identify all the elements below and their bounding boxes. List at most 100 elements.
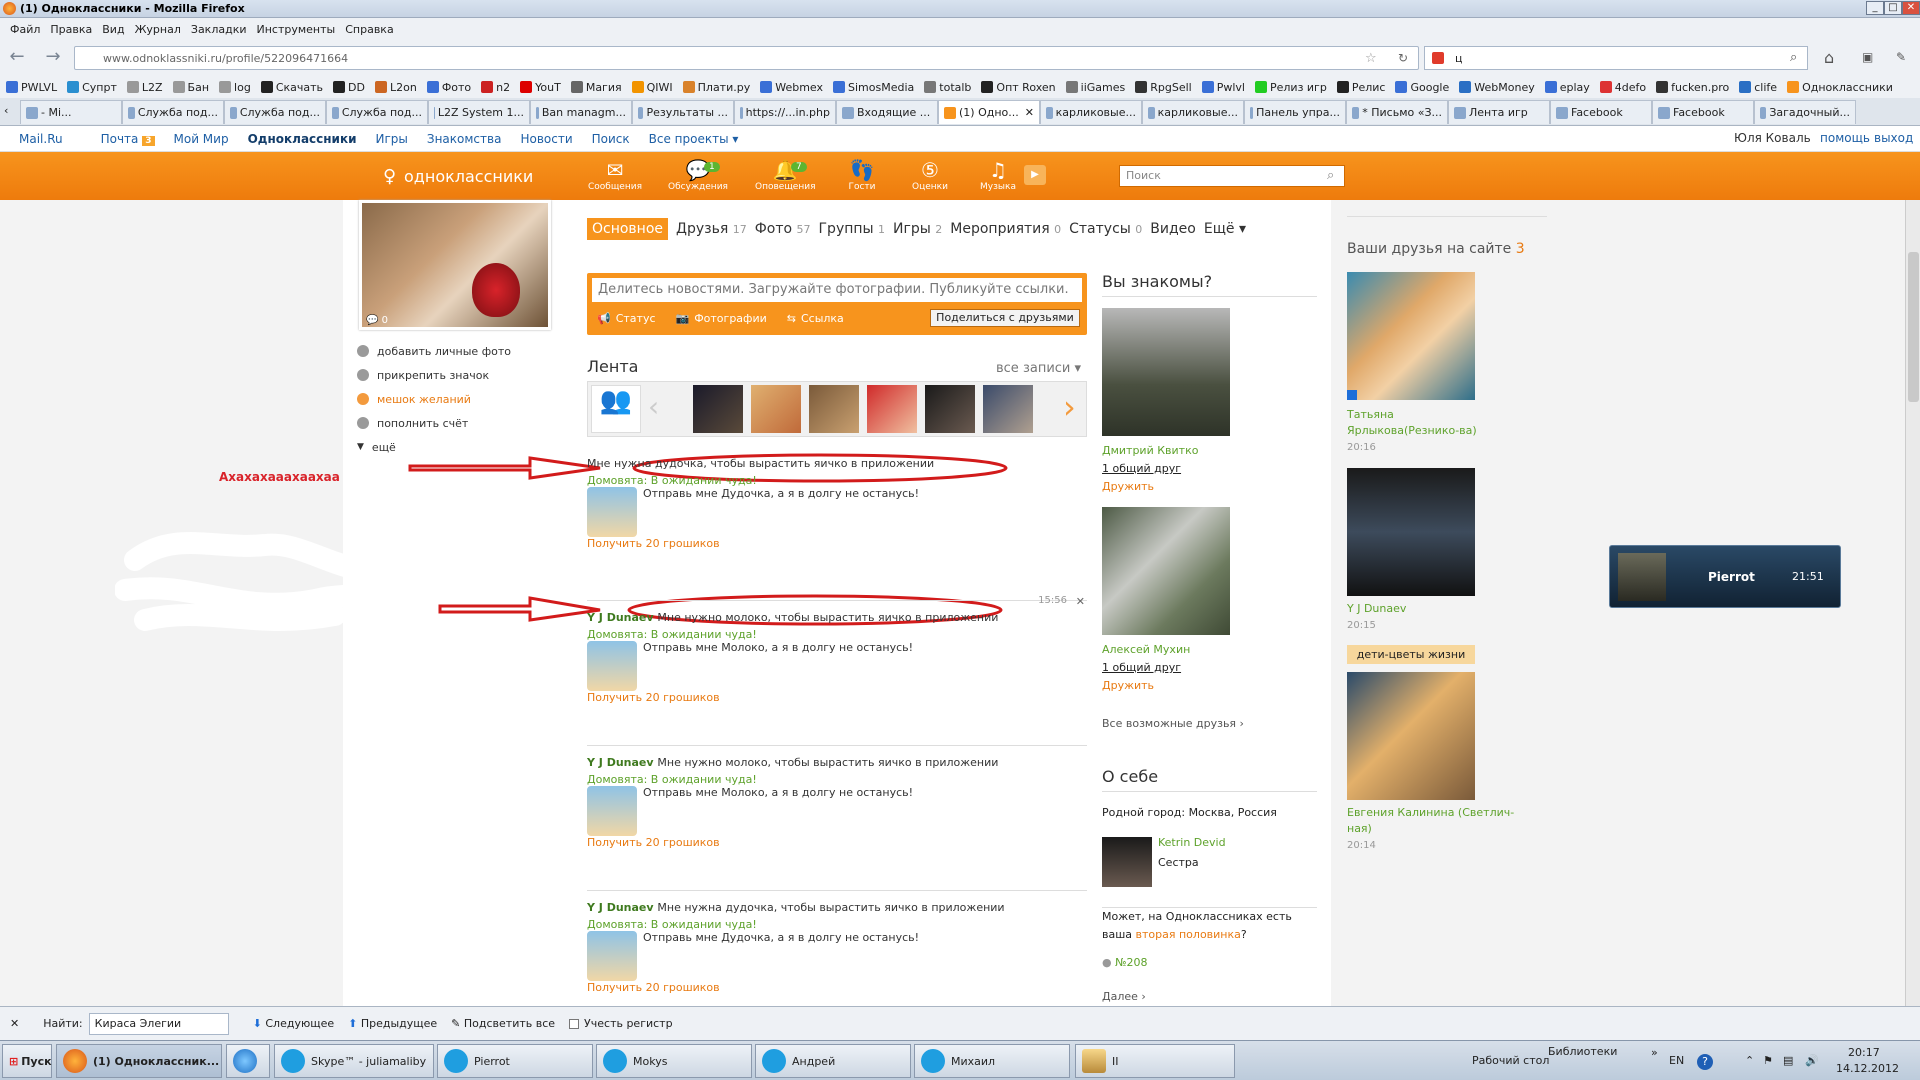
back-arrow-icon[interactable]: ← — [4, 44, 30, 70]
get-coins-link[interactable]: Получить 20 грошиков — [587, 537, 1087, 550]
minimize-button[interactable]: _ — [1866, 1, 1884, 15]
browser-tab[interactable]: карликовые... — [1142, 100, 1244, 124]
ok-logo-icon[interactable]: ♀ — [383, 166, 396, 187]
bookmark-item[interactable]: log — [219, 81, 251, 94]
bookmark-item[interactable]: clife — [1739, 81, 1777, 94]
ok-search-icon[interactable]: ⌕ — [1327, 168, 1334, 183]
feed-app-state[interactable]: Домовята: В ожидании чуда! — [587, 773, 1087, 786]
find-prev-button[interactable]: ⬆ Предыдущее — [348, 1017, 437, 1030]
moy-mir-link[interactable]: Мой Мир — [174, 132, 229, 146]
attach-badge-link[interactable]: прикрепить значок — [357, 363, 547, 387]
home-icon[interactable]: ⌂ — [1824, 48, 1834, 67]
browser-tab[interactable]: https://...in.php — [734, 100, 836, 124]
app-avatar[interactable] — [587, 641, 637, 691]
task-game[interactable]: II — [1075, 1044, 1235, 1078]
task-firefox[interactable]: (1) Одноклассник... — [56, 1044, 222, 1078]
browser-tab[interactable]: Панель упра... — [1244, 100, 1346, 124]
browser-tab[interactable]: Служба под... — [224, 100, 326, 124]
odnoklassniki-link[interactable]: Одноклассники — [248, 132, 357, 146]
bookmark-item[interactable]: Фото — [426, 81, 471, 94]
feed-app-state[interactable]: Домовята: В ожидании чуда! — [587, 474, 1087, 487]
feed-app-state[interactable]: Домовята: В ожидании чуда! — [587, 628, 1087, 641]
friend-name-3[interactable]: Евгения Калинина (Светлич-ная) — [1347, 805, 1517, 837]
browser-tab[interactable]: - Mi... — [20, 100, 122, 124]
bookmark-item[interactable]: totalb — [924, 81, 971, 94]
strip-avatar[interactable] — [867, 385, 917, 433]
get-coins-link[interactable]: Получить 20 грошиков — [587, 691, 1087, 704]
network-icon[interactable]: ▤ — [1783, 1054, 1793, 1067]
common-friends-1[interactable]: 1 общий друг — [1102, 462, 1181, 475]
browser-tab[interactable]: Facebook — [1550, 100, 1652, 124]
profile-photo[interactable]: 💬 0 — [359, 200, 551, 330]
group-tag[interactable]: дети-цветы жизни — [1347, 645, 1475, 664]
menu-view[interactable]: Вид — [102, 23, 124, 36]
strip-avatar[interactable] — [693, 385, 743, 433]
profile-tab[interactable]: Группы 1 — [819, 221, 886, 237]
bookmark-item[interactable]: PWLVL — [6, 81, 57, 94]
get-coins-link[interactable]: Получить 20 грошиков — [587, 836, 1087, 849]
downloads-icon[interactable]: ▣ — [1862, 50, 1873, 64]
friend-name-1[interactable]: Татьяна Ярлыкова(Резнико-ва) — [1347, 407, 1497, 439]
strip-avatar[interactable] — [925, 385, 975, 433]
task-skype[interactable]: Skype™ - juliamaliby — [274, 1044, 434, 1078]
feed-close-icon[interactable]: ✕ — [1076, 595, 1085, 608]
bookmark-item[interactable]: Одноклассники — [1787, 81, 1893, 94]
profile-tab[interactable]: Статусы 0 — [1069, 221, 1142, 237]
flag-icon[interactable]: ⚑ — [1763, 1054, 1773, 1067]
volume-icon[interactable]: 🔊 — [1805, 1054, 1819, 1067]
ok-logo[interactable]: одноклассники — [404, 167, 533, 186]
browser-tab[interactable]: карликовые... — [1040, 100, 1142, 124]
chevron-left-icon[interactable]: ‹ — [648, 390, 659, 423]
mail-link[interactable]: Почта 3 — [82, 132, 155, 146]
address-bar[interactable]: www.odnoklassniki.ru/profile/52209647166… — [74, 46, 1419, 70]
user-name[interactable]: Юля Коваль — [1734, 131, 1811, 145]
profile-tab[interactable]: Основное — [587, 218, 669, 240]
find-input[interactable]: Кираса Элегии — [88, 1012, 229, 1035]
task-mikhail[interactable]: Михаил — [914, 1044, 1070, 1078]
discussions-button[interactable]: 💬 1 Обсуждения — [668, 158, 728, 192]
chevron-right-icon[interactable]: › — [1063, 388, 1076, 426]
desktop-toolbar[interactable]: Рабочий стол — [1472, 1054, 1549, 1067]
feed-app-state[interactable]: Домовята: В ожидании чуда! — [587, 918, 1087, 931]
browser-tab[interactable]: L2Z System 1... — [428, 100, 530, 124]
clock-time[interactable]: 20:17 — [1848, 1046, 1880, 1059]
play-icon[interactable]: ▶ — [1024, 165, 1046, 185]
photos-action[interactable]: Фотографии — [694, 312, 767, 325]
bookmark-item[interactable]: Супрт — [67, 81, 117, 94]
star-icon[interactable]: ☆ — [1365, 51, 1377, 66]
app-avatar[interactable] — [587, 931, 637, 981]
bookmark-item[interactable]: fucken.pro — [1656, 81, 1729, 94]
relative-avatar[interactable] — [1102, 837, 1152, 887]
scroll-tabs-left-icon[interactable]: ‹ — [4, 104, 8, 117]
browser-tab[interactable]: Ban managm... — [530, 100, 632, 124]
add-photo-link[interactable]: добавить личные фото — [357, 339, 547, 363]
strip-avatar[interactable] — [751, 385, 801, 433]
ok-search-input[interactable]: Поиск — [1119, 165, 1345, 187]
bookmark-item[interactable]: Плати.ру — [682, 81, 750, 94]
reload-icon[interactable]: ↻ — [1398, 51, 1408, 65]
bookmark-item[interactable]: YouT — [520, 81, 561, 94]
libraries-toolbar[interactable]: Библиотеки — [1548, 1045, 1617, 1058]
bookmark-item[interactable]: L2Z — [126, 81, 163, 94]
profile-tab[interactable]: Друзья 17 — [676, 221, 747, 237]
bookmark-item[interactable]: Скачать — [260, 81, 323, 94]
get-coins-link[interactable]: Получить 20 грошиков — [587, 981, 1087, 994]
browser-tab[interactable]: Входящие ... — [836, 100, 938, 124]
bookmark-item[interactable]: Google — [1395, 81, 1449, 94]
strip-avatar[interactable] — [809, 385, 859, 433]
close-tab-icon[interactable]: ✕ — [1025, 106, 1034, 119]
browser-tab[interactable]: Служба под... — [122, 100, 224, 124]
find-close-icon[interactable]: ✕ — [10, 1017, 19, 1030]
browser-tab[interactable]: Лента игр — [1448, 100, 1550, 124]
status-action[interactable]: Статус — [616, 312, 656, 325]
help-link[interactable]: помощь — [1820, 131, 1870, 145]
suggest-photo-2[interactable] — [1102, 507, 1230, 635]
scrollbar-thumb[interactable] — [1908, 252, 1919, 402]
task-ie[interactable] — [226, 1044, 270, 1078]
add-friend-1[interactable]: Дружить — [1102, 480, 1154, 493]
close-window-button[interactable]: ✕ — [1902, 1, 1920, 15]
messages-button[interactable]: ✉ Сообщения — [585, 158, 645, 192]
forward-arrow-icon[interactable]: → — [40, 44, 66, 70]
browser-tab[interactable]: Facebook — [1652, 100, 1754, 124]
post-input[interactable]: Делитесь новостями. Загружайте фотографи… — [592, 278, 1082, 302]
